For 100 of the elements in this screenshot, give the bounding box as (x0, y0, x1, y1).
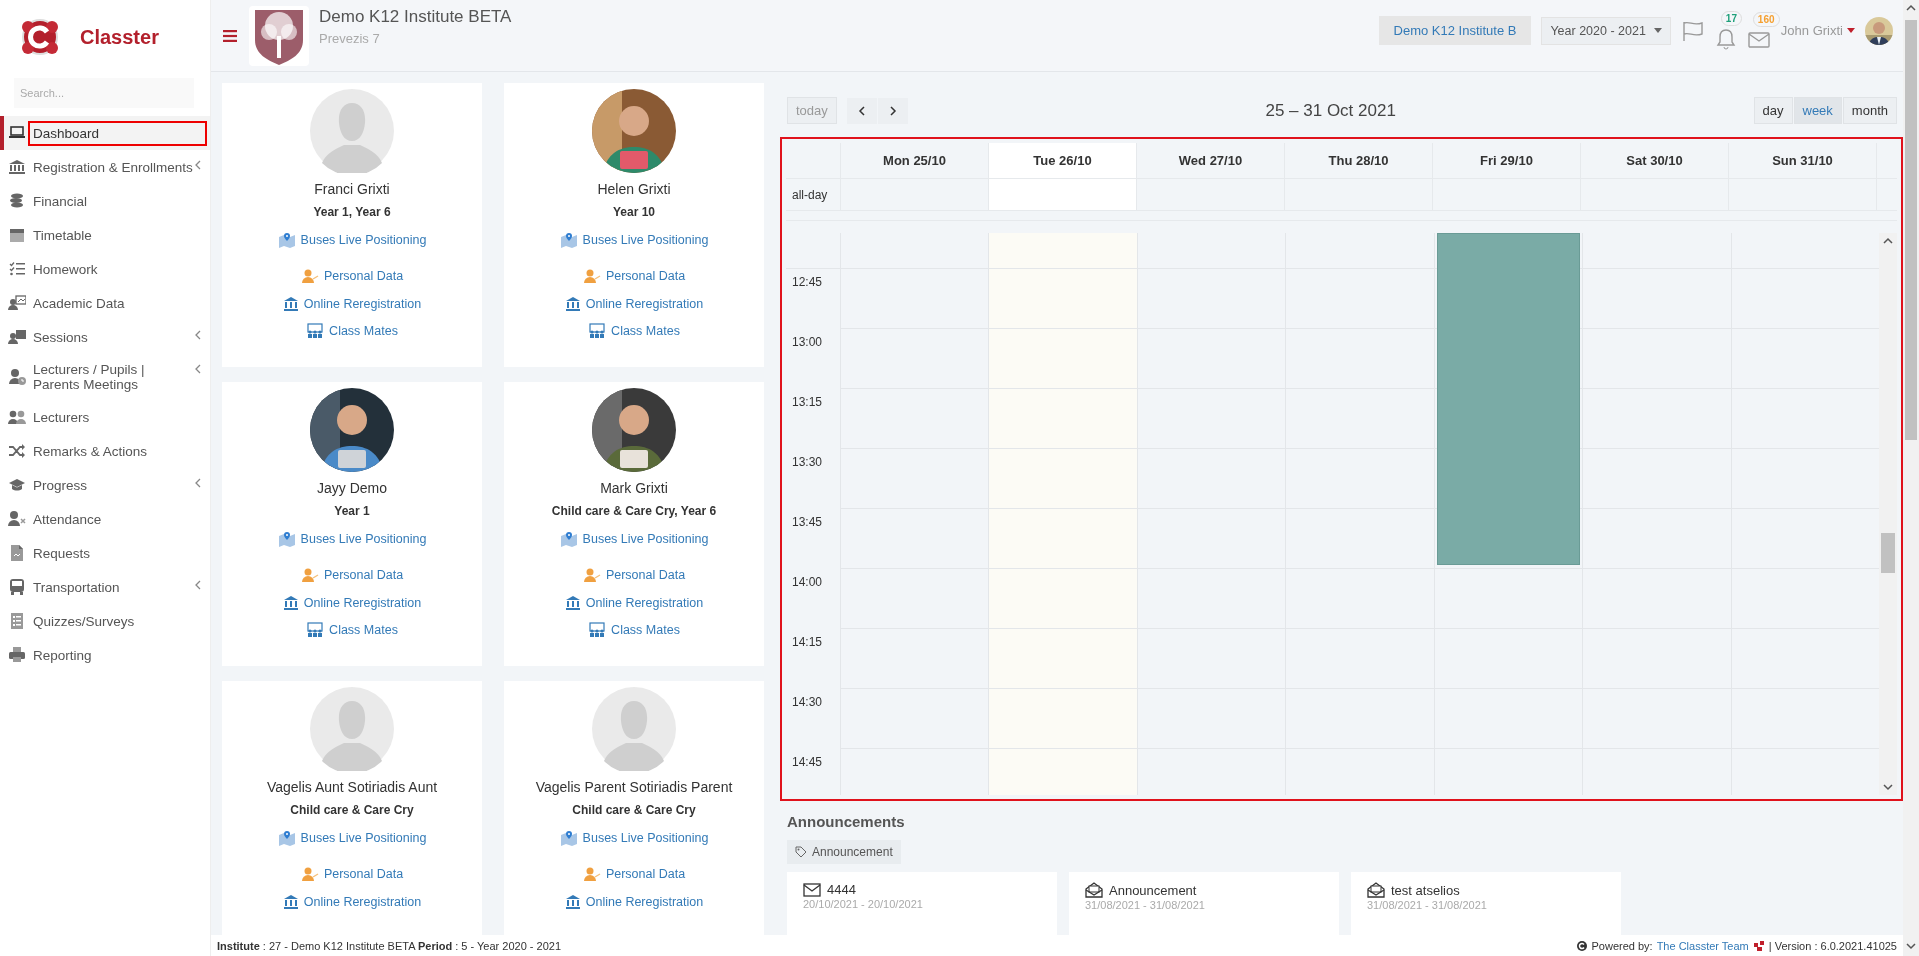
student-classes: Year 1, Year 6 (313, 205, 391, 219)
sidebar-item[interactable]: Transportation (0, 570, 210, 604)
bell-icon[interactable] (1714, 26, 1737, 51)
day-header: Tue 26/10 (988, 143, 1136, 178)
announcement-title: Announcement (1109, 882, 1197, 898)
view-tab[interactable]: week (1793, 97, 1842, 124)
bank-icon (564, 894, 581, 909)
flag-icon[interactable] (1680, 19, 1705, 42)
time-label: 14:00 (792, 575, 823, 589)
sidebar-item[interactable]: Registration & Enrollments (0, 150, 210, 184)
view-tab[interactable]: month (1842, 97, 1897, 124)
announcement-card[interactable]: Announcement 31/08/2021 - 31/08/2021 (1069, 872, 1339, 935)
announcement-dates: 31/08/2021 - 31/08/2021 (1367, 899, 1488, 911)
card-link[interactable]: Buses Live Positioning (559, 531, 709, 547)
envelope-icon (803, 882, 821, 897)
card-link[interactable]: Personal Data (582, 567, 686, 583)
card-link[interactable]: Buses Live Positioning (559, 830, 709, 846)
card-link[interactable]: Class Mates (588, 323, 680, 338)
brand-name: Classter (80, 25, 159, 49)
search-field[interactable]: Search... (14, 78, 194, 108)
all-day-label: all-day (791, 186, 829, 204)
card-link[interactable]: Personal Data (582, 866, 686, 882)
user-name[interactable]: John Grixti (1780, 23, 1843, 38)
year-dropdown[interactable]: Year 2020 - 2021 (1541, 16, 1671, 45)
card-link[interactable]: Personal Data (300, 268, 404, 284)
map-pin-icon (277, 830, 296, 846)
card-link[interactable]: Class Mates (306, 622, 398, 637)
card-link[interactable]: Buses Live Positioning (277, 232, 427, 248)
card-link[interactable]: Personal Data (582, 268, 686, 284)
announcement-dates: 31/08/2021 - 31/08/2021 (1085, 899, 1206, 911)
announcement-card[interactable]: test atselios 31/08/2021 - 31/08/2021 (1351, 872, 1621, 935)
sidebar-item[interactable]: Quizzes/Surveys (0, 604, 210, 638)
card-link[interactable]: Class Mates (306, 323, 398, 338)
sidebar-item[interactable]: Requests (0, 536, 210, 570)
time-label: 13:45 (792, 515, 823, 529)
student-name: Mark Grixti (600, 480, 668, 496)
document-icon (8, 544, 26, 562)
person-icon (582, 268, 601, 284)
bank-icon (564, 296, 581, 311)
institute-address: Prevezis 7 (319, 31, 381, 46)
person-icon (582, 567, 601, 583)
sidebar-item[interactable]: Lecturers (0, 400, 210, 434)
sidebar-item[interactable]: Remarks & Actions (0, 434, 210, 468)
sidebar-item[interactable]: Progress (0, 468, 210, 502)
sidebar-item[interactable]: Reporting (0, 638, 210, 672)
card-link[interactable]: Buses Live Positioning (559, 232, 709, 248)
people-icon (8, 408, 26, 426)
card-link[interactable]: Online Reregistration (564, 595, 704, 610)
map-pin-icon (559, 531, 578, 547)
card-link[interactable]: Class Mates (588, 622, 680, 637)
person-icon (300, 866, 319, 882)
sidebar-item[interactable]: Financial (0, 184, 210, 218)
footer-label: Powered by: (1591, 939, 1653, 952)
classroom-icon (588, 323, 607, 338)
classroom-icon (306, 323, 325, 338)
announcement-card[interactable]: 4444 20/10/2021 - 20/10/2021 (787, 872, 1057, 935)
chevron-left-icon[interactable] (846, 97, 877, 124)
sidebar-item[interactable]: Academic Data (0, 286, 210, 320)
sidebar-item[interactable]: Dashboard (0, 116, 210, 150)
card-link[interactable]: Online Reregistration (282, 894, 422, 909)
student-classes: Year 1 (334, 504, 370, 518)
caret-icon[interactable] (1847, 28, 1855, 33)
chevron-right-icon[interactable] (877, 97, 908, 124)
calendar-title: 25 – 31 Oct 2021 (1264, 100, 1397, 121)
message-count: 160 (1752, 11, 1780, 27)
footer-link[interactable]: The Classter Team (1656, 939, 1749, 952)
footer-info: Institute : 27 - Demo K12 Institute BETA Period : 5 - Year 2020 - 2021 (217, 939, 562, 952)
student-classes: Child care & Care Cry (290, 803, 414, 817)
sidebar-item[interactable]: Attendance (0, 502, 210, 536)
bus-icon (8, 578, 26, 596)
shuffle-icon (8, 442, 26, 460)
scrollbar[interactable] (1903, 0, 1919, 956)
institute-button[interactable]: Demo K12 Institute B (1378, 16, 1532, 45)
person-icon (300, 567, 319, 583)
classter-logo-icon (1577, 940, 1588, 951)
card-link[interactable]: Online Reregistration (564, 894, 704, 909)
card-link[interactable]: Online Reregistration (282, 296, 422, 311)
card-link[interactable]: Personal Data (300, 567, 404, 583)
person-icon (300, 268, 319, 284)
announcement-dates: 20/10/2021 - 20/10/2021 (803, 898, 924, 910)
day-header: Sun 31/10 (1728, 143, 1876, 178)
sidebar-item[interactable]: Lecturers / Pupils | Parents Meetings (0, 354, 210, 400)
menu-icon[interactable] (223, 29, 237, 42)
sidebar-item[interactable]: Timetable (0, 218, 210, 252)
time-label: 13:00 (792, 335, 823, 349)
list-icon (8, 612, 26, 630)
person-icon (582, 866, 601, 882)
card-link[interactable]: Personal Data (300, 866, 404, 882)
time-label: 13:15 (792, 395, 823, 409)
card-link[interactable]: Buses Live Positioning (277, 830, 427, 846)
scrollbar[interactable] (1879, 233, 1897, 795)
card-link[interactable]: Online Reregistration (282, 595, 422, 610)
student-classes: Child care & Care Cry, Year 6 (551, 504, 717, 518)
view-tab[interactable]: day (1753, 97, 1793, 124)
card-link[interactable]: Online Reregistration (564, 296, 704, 311)
today-button[interactable]: today (787, 97, 837, 124)
sidebar-item[interactable]: Homework (0, 252, 210, 286)
tag-filter-button[interactable]: Announcement (787, 840, 901, 864)
sidebar-item[interactable]: Sessions (0, 320, 210, 354)
card-link[interactable]: Buses Live Positioning (277, 531, 427, 547)
